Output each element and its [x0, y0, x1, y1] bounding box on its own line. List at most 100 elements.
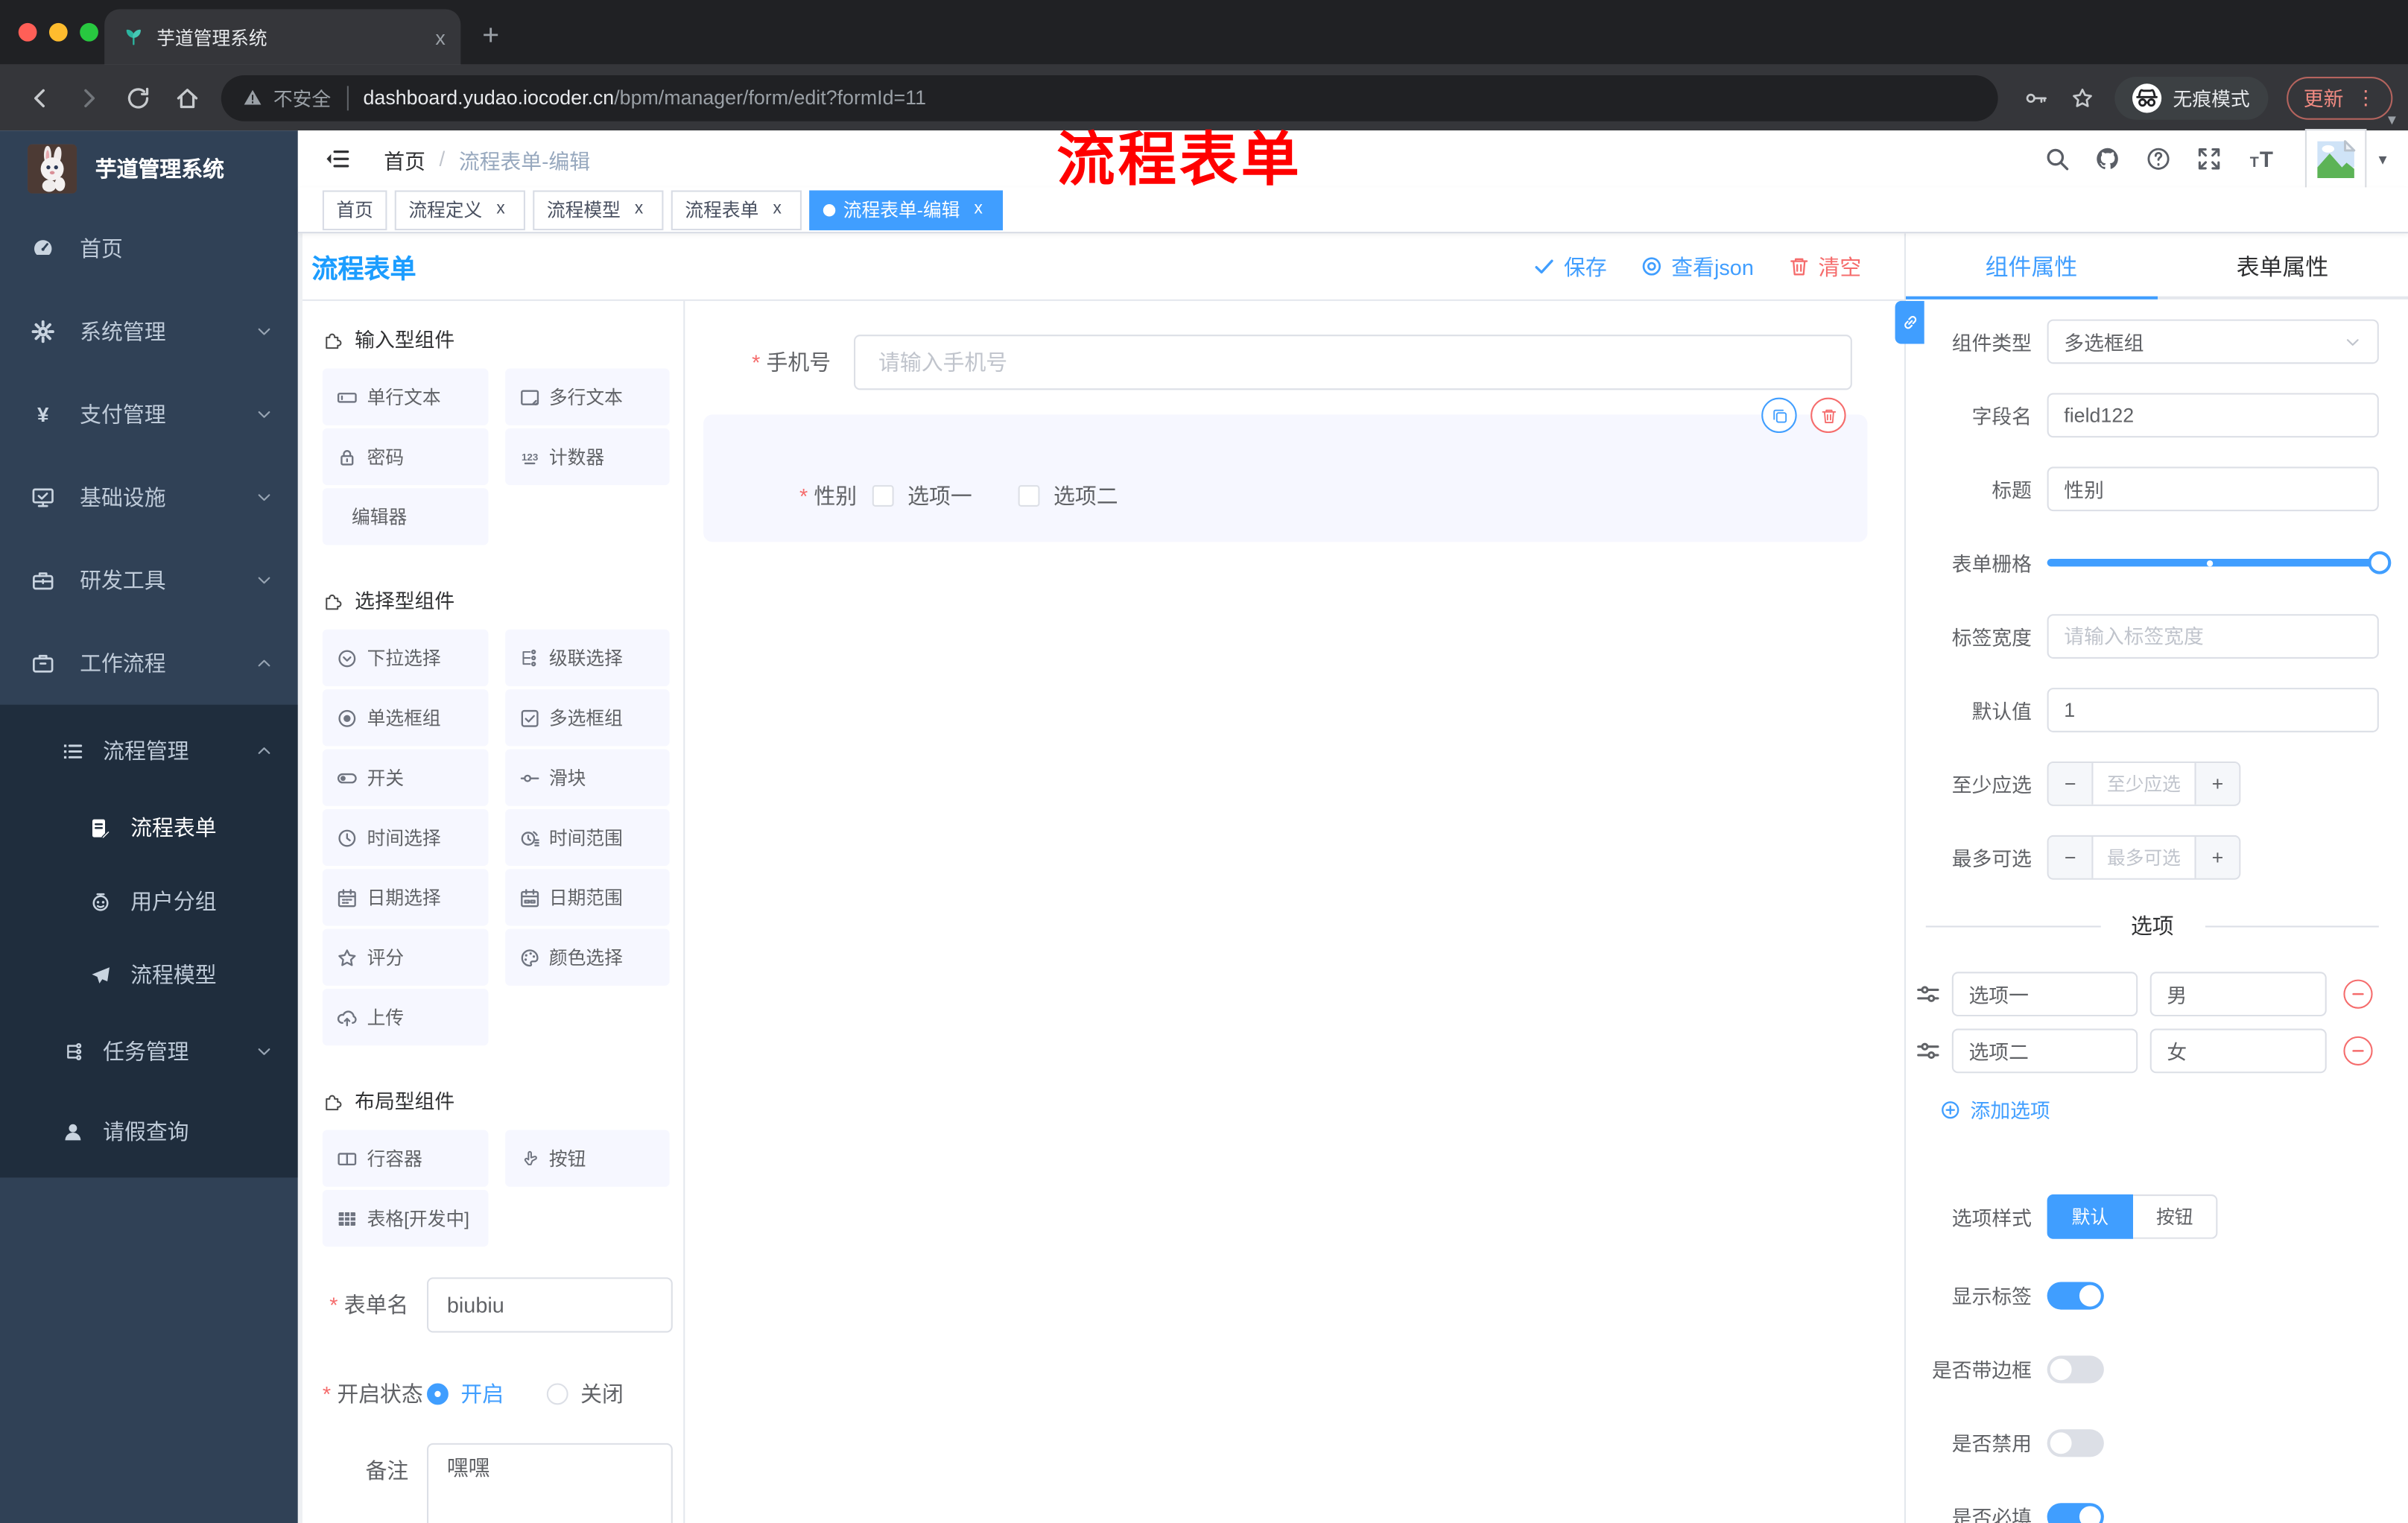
- drawer-handle[interactable]: [1895, 300, 1924, 344]
- option1-label-input[interactable]: [1951, 972, 2138, 1017]
- stepper-plus-button[interactable]: +: [2194, 763, 2240, 805]
- style-button-button[interactable]: 按钮: [2133, 1194, 2218, 1239]
- tag-process-model[interactable]: 流程模型 x: [533, 189, 664, 230]
- browser-tab[interactable]: 芋道管理系统 x: [104, 9, 461, 65]
- phone-field-input[interactable]: 请输入手机号: [854, 335, 1852, 390]
- component-table[interactable]: 表格[开发中]: [322, 1189, 488, 1247]
- copy-component-button[interactable]: [1761, 397, 1797, 434]
- new-tab-button[interactable]: +: [482, 9, 499, 64]
- component-text-input[interactable]: 单行文本: [322, 368, 488, 425]
- component-editor[interactable]: 编辑器: [322, 488, 488, 545]
- tag-close-icon[interactable]: x: [490, 199, 512, 221]
- sidebar-item-system[interactable]: 系统管理: [0, 290, 298, 373]
- back-icon[interactable]: [26, 83, 54, 111]
- stepper-plus-button[interactable]: +: [2194, 836, 2240, 878]
- component-switch[interactable]: 开关: [322, 749, 488, 806]
- title-input[interactable]: [2047, 466, 2379, 512]
- component-date-picker[interactable]: 日期选择: [322, 869, 488, 926]
- form-grid-slider[interactable]: [2047, 540, 2392, 585]
- component-row-container[interactable]: 行容器: [322, 1130, 488, 1187]
- component-color-picker[interactable]: 颜色选择: [504, 928, 670, 986]
- search-icon[interactable]: [2044, 146, 2070, 172]
- avatar-broken-image[interactable]: [2305, 128, 2367, 190]
- show-label-switch[interactable]: [2047, 1281, 2104, 1309]
- form-remark-textarea[interactable]: 嘿嘿: [427, 1443, 673, 1523]
- component-select[interactable]: 下拉选择: [322, 629, 488, 687]
- sidebar-item-process-model[interactable]: 流程模型: [0, 938, 298, 1012]
- sidebar-item-task-mgmt[interactable]: 任务管理: [0, 1012, 298, 1092]
- drag-handle-icon[interactable]: [1915, 981, 1941, 1007]
- save-button[interactable]: 保存: [1533, 251, 1607, 282]
- tab-form-props[interactable]: 表单属性: [2157, 233, 2408, 300]
- disabled-switch[interactable]: [2047, 1428, 2104, 1457]
- slider-rail[interactable]: [2047, 551, 2392, 574]
- drag-handle-icon[interactable]: [1915, 1038, 1941, 1064]
- option2-label-input[interactable]: [1951, 1028, 2138, 1074]
- default-value-input[interactable]: [2047, 688, 2379, 732]
- selected-checkbox-component[interactable]: 性别 选项一 选项二: [703, 397, 1868, 542]
- reload-icon[interactable]: [124, 83, 152, 111]
- close-window-button[interactable]: [18, 22, 37, 42]
- component-upload[interactable]: 上传: [322, 988, 488, 1046]
- component-textarea[interactable]: 多行文本: [504, 368, 670, 425]
- component-cascader[interactable]: 级联选择: [504, 629, 670, 687]
- component-password[interactable]: 密码: [322, 428, 488, 486]
- avatar-caret-icon[interactable]: ▼: [2376, 151, 2389, 167]
- sidebar-item-payment[interactable]: ¥ 支付管理: [0, 373, 298, 456]
- not-secure-warning-icon[interactable]: [243, 87, 263, 107]
- label-width-input[interactable]: [2047, 614, 2379, 659]
- tag-close-icon[interactable]: x: [628, 199, 650, 221]
- sidebar-item-user-group[interactable]: 用户分组: [0, 864, 298, 938]
- breadcrumb-home[interactable]: 首页: [384, 144, 425, 174]
- component-counter[interactable]: 123 计数器: [504, 428, 670, 486]
- form-canvas[interactable]: 手机号 请输入手机号 性: [685, 301, 1904, 1523]
- component-checkbox-group[interactable]: 多选框组: [504, 689, 670, 747]
- tag-close-icon[interactable]: x: [767, 199, 788, 221]
- sidebar-fold-icon[interactable]: [324, 146, 350, 172]
- remove-option-button[interactable]: [2343, 979, 2373, 1009]
- minimize-window-button[interactable]: [48, 22, 68, 42]
- sidebar-item-leave-query[interactable]: 请假查询: [0, 1092, 298, 1171]
- view-json-button[interactable]: 查看json: [1641, 251, 1754, 282]
- password-key-icon[interactable]: [2024, 85, 2049, 110]
- tab-close-icon[interactable]: x: [435, 25, 445, 48]
- component-type-select[interactable]: 多选框组: [2047, 319, 2379, 364]
- remove-option-button[interactable]: [2343, 1036, 2373, 1066]
- stepper-value[interactable]: 最多可选: [2093, 837, 2194, 878]
- component-time-picker[interactable]: 时间选择: [322, 808, 488, 867]
- tag-process-form[interactable]: 流程表单 x: [671, 189, 802, 230]
- tag-home[interactable]: 首页: [322, 189, 387, 230]
- sidebar-logo-row[interactable]: 芋道管理系统: [0, 130, 298, 207]
- sidebar-item-devtools[interactable]: 研发工具: [0, 539, 298, 621]
- home-icon[interactable]: [174, 83, 201, 111]
- toolbar-caret-icon[interactable]: ▼: [2385, 112, 2398, 127]
- component-time-range[interactable]: 时间范围: [504, 808, 670, 867]
- github-icon[interactable]: [2095, 146, 2121, 172]
- chrome-update-button[interactable]: 更新 ⋮: [2287, 75, 2393, 119]
- component-rate[interactable]: 评分: [322, 928, 488, 986]
- sidebar-item-home[interactable]: 首页: [0, 207, 298, 290]
- tag-process-form-edit[interactable]: 流程表单-编辑 x: [809, 189, 1004, 230]
- status-radio-on[interactable]: 开启: [427, 1378, 504, 1409]
- component-button[interactable]: 按钮: [504, 1130, 670, 1187]
- sidebar-item-process-form[interactable]: 流程表单: [0, 791, 298, 864]
- required-switch[interactable]: [2047, 1502, 2104, 1523]
- zoom-window-button[interactable]: [80, 22, 98, 42]
- option1-value-input[interactable]: [2149, 972, 2327, 1017]
- stepper-value[interactable]: 至少应选: [2093, 763, 2194, 805]
- tag-process-definition[interactable]: 流程定义 x: [394, 189, 526, 230]
- slider-handle[interactable]: [2368, 551, 2392, 574]
- url-text[interactable]: dashboard.yudao.iocoder.cn/bpm/manager/f…: [364, 86, 927, 109]
- clear-button[interactable]: 清空: [1787, 251, 1861, 282]
- form-name-input[interactable]: [427, 1277, 673, 1333]
- checkbox-option1[interactable]: [872, 485, 894, 507]
- delete-component-button[interactable]: [1810, 397, 1846, 434]
- stepper-minus-button[interactable]: −: [2048, 836, 2094, 878]
- tag-close-icon[interactable]: x: [968, 199, 989, 221]
- sidebar-item-infra[interactable]: 基础设施: [0, 456, 298, 539]
- sidebar-item-process-mgmt[interactable]: 流程管理: [0, 711, 298, 791]
- fullscreen-icon[interactable]: [2196, 146, 2222, 172]
- option2-value-input[interactable]: [2149, 1028, 2327, 1074]
- component-date-range[interactable]: 日期范围: [504, 869, 670, 926]
- component-slider[interactable]: 滑块: [504, 749, 670, 806]
